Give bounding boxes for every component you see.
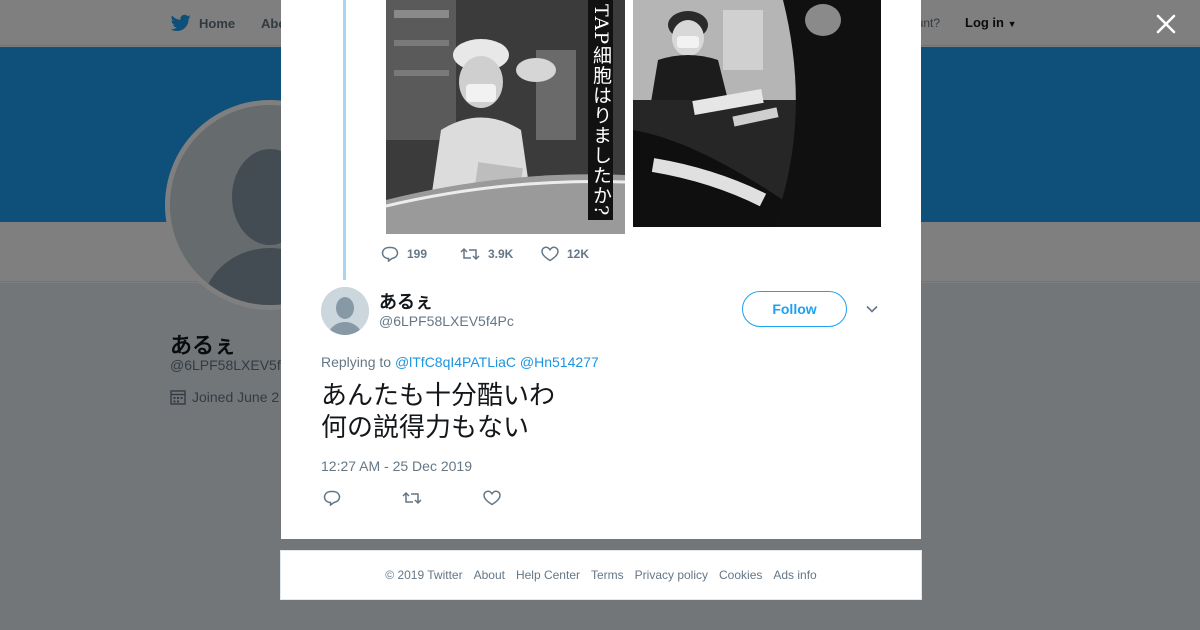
tweet-options-button[interactable] bbox=[865, 302, 879, 316]
tweet-author-avatar[interactable] bbox=[321, 287, 369, 335]
default-avatar-icon bbox=[321, 287, 369, 335]
tweet-text: あんたも十分酷いわ 何の説得力もない bbox=[321, 380, 556, 442]
footer-ads-link[interactable]: Ads info bbox=[773, 568, 816, 582]
modal-footer: © 2019 Twitter About Help Center Terms P… bbox=[280, 550, 922, 600]
replying-prefix: Replying to bbox=[321, 354, 392, 370]
tweet-author-name[interactable]: あるぇ bbox=[379, 288, 433, 314]
heart-icon bbox=[541, 246, 559, 262]
mention-link-1[interactable]: @lTfC8qI4PATLiaC bbox=[395, 354, 516, 370]
replying-to: Replying to @lTfC8qI4PATLiaC @Hn514277 bbox=[321, 354, 599, 370]
like-action[interactable]: 12K bbox=[541, 246, 589, 262]
footer-help-link[interactable]: Help Center bbox=[516, 568, 580, 582]
photo-caption-overlay: TAP細胞はりましたか? bbox=[588, 0, 613, 221]
retweet-icon bbox=[402, 491, 422, 505]
footer-terms-link[interactable]: Terms bbox=[591, 568, 624, 582]
reply-icon bbox=[323, 490, 341, 507]
chevron-down-icon bbox=[866, 305, 878, 313]
like-count: 12K bbox=[567, 247, 590, 261]
footer-copyright: © 2019 Twitter bbox=[385, 568, 463, 582]
heart-icon bbox=[483, 490, 501, 506]
tweet-modal: TAP細胞はりましたか? 199 3.9K 12K あるぇ @6LPF58LXE… bbox=[281, 0, 921, 539]
tweet-author-handle[interactable]: @6LPF58LXEV5f4Pc bbox=[379, 313, 514, 329]
retweet-button[interactable] bbox=[402, 490, 422, 508]
retweet-count: 3.9K bbox=[488, 247, 514, 261]
follow-button[interactable]: Follow bbox=[742, 291, 847, 327]
reply-button[interactable] bbox=[323, 490, 343, 508]
reply-icon bbox=[381, 246, 399, 262]
footer-about-link[interactable]: About bbox=[474, 568, 505, 582]
footer-privacy-link[interactable]: Privacy policy bbox=[635, 568, 708, 582]
mention-link-2[interactable]: @Hn514277 bbox=[520, 354, 599, 370]
tweet-timestamp[interactable]: 12:27 AM - 25 Dec 2019 bbox=[321, 458, 472, 474]
retweet-icon bbox=[460, 247, 480, 261]
tweet-photo-1[interactable]: TAP細胞はりましたか? bbox=[386, 0, 625, 234]
close-icon bbox=[1156, 14, 1176, 34]
photo-mahjong-table bbox=[633, 0, 881, 227]
reply-action[interactable]: 199 bbox=[381, 246, 427, 262]
close-button[interactable] bbox=[1152, 10, 1180, 38]
footer-cookies-link[interactable]: Cookies bbox=[719, 568, 762, 582]
thread-connector-line bbox=[343, 0, 346, 280]
tweet-photo-2[interactable] bbox=[633, 0, 881, 227]
reply-count: 199 bbox=[407, 247, 428, 261]
like-button[interactable] bbox=[483, 490, 503, 508]
retweet-action[interactable]: 3.9K bbox=[460, 246, 513, 262]
